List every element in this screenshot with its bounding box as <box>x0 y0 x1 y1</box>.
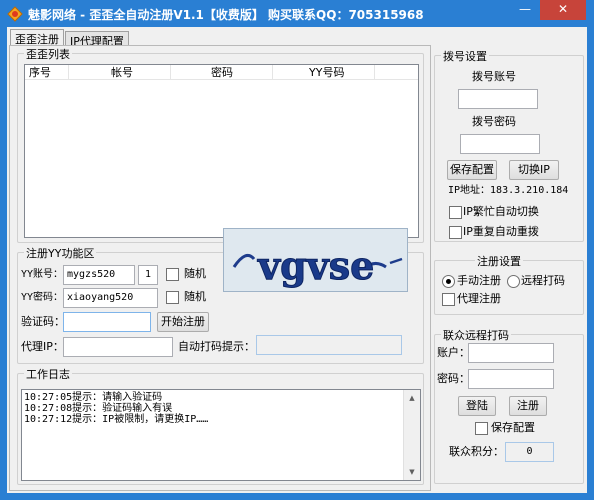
dial-account-label: 拨号账号 <box>472 70 516 83</box>
log-scrollbar[interactable]: ▲ ▼ <box>403 390 420 480</box>
save-dial-config-button[interactable]: 保存配置 <box>447 160 497 180</box>
close-button[interactable]: ✕ <box>540 0 586 20</box>
account-listview[interactable]: 序号 帐号 密码 YY号码 <box>24 64 419 238</box>
remote-password-input[interactable] <box>468 369 554 389</box>
save-remote-config-checkbox[interactable] <box>475 422 488 435</box>
captcha-text: vgvse <box>257 243 374 288</box>
remote-account-label: 账户： <box>437 346 470 359</box>
proxy-register-label: 代理注册 <box>457 292 501 305</box>
window-title: 魅影网络 - 歪歪全自动注册V1.1【收费版】 购买联系QQ：705315968 <box>28 8 424 22</box>
column-header-index[interactable]: 序号 <box>25 65 69 80</box>
captcha-input[interactable] <box>63 312 151 332</box>
dial-settings-legend: 拨号设置 <box>441 48 489 64</box>
points-label: 联众积分： <box>449 445 504 458</box>
captcha-graphic: vgvse <box>232 243 403 289</box>
random-account-checkbox[interactable] <box>166 268 179 281</box>
tab-panel-register: 歪歪列表 序号 帐号 密码 YY号码 注册YY功能区 YY账号： mygzs52… <box>9 45 431 491</box>
dial-account-input[interactable] <box>458 89 538 109</box>
captcha-image[interactable]: vgvse <box>223 228 408 292</box>
manual-register-radio[interactable] <box>442 275 455 288</box>
tab-register[interactable]: 歪歪注册 <box>10 29 64 46</box>
work-log-textarea[interactable]: 10:27:05提示：请输入验证码 10:27:08提示：验证码输入有误 10:… <box>21 389 421 481</box>
remote-account-input[interactable] <box>468 343 554 363</box>
repeat-auto-redial-checkbox[interactable] <box>449 226 462 239</box>
yy-account-label: YY账号： <box>21 269 64 280</box>
remote-captcha-radio[interactable] <box>507 275 520 288</box>
log-line: 10:27:08提示：验证码输入有误 <box>24 403 173 414</box>
work-log-legend: 工作日志 <box>24 366 72 382</box>
proxy-register-checkbox[interactable] <box>442 293 455 306</box>
remote-password-label: 密码： <box>437 372 470 385</box>
minimize-button[interactable]: — <box>512 0 538 20</box>
start-register-button[interactable]: 开始注册 <box>157 312 209 332</box>
client-area: 歪歪注册 IP代理配置 歪歪列表 序号 帐号 密码 YY号码 注册YY功能区 Y… <box>7 27 587 493</box>
remote-captcha-legend: 联众远程打码 <box>441 327 511 343</box>
dial-password-input[interactable] <box>460 134 540 154</box>
scroll-down-icon[interactable]: ▼ <box>404 464 420 480</box>
auto-captcha-status <box>256 335 402 355</box>
log-line: 10:27:05提示：请输入验证码 <box>24 392 163 403</box>
tab-ip-proxy[interactable]: IP代理配置 <box>65 31 129 48</box>
login-button[interactable]: 登陆 <box>458 396 496 416</box>
yy-account-input[interactable]: mygzs520 <box>63 265 135 285</box>
busy-auto-switch-checkbox[interactable] <box>449 206 462 219</box>
random-password-checkbox[interactable] <box>166 291 179 304</box>
column-header-yy-number[interactable]: YY号码 <box>273 65 375 80</box>
yy-password-label: YY密码： <box>21 292 64 303</box>
app-logo-icon <box>7 6 23 22</box>
log-line: 10:27:12提示：IP被限制，请更换IP…… <box>24 414 209 425</box>
listview-header: 序号 帐号 密码 YY号码 <box>25 65 418 80</box>
proxy-ip-input[interactable] <box>63 337 173 357</box>
account-list-legend: 歪歪列表 <box>24 46 72 62</box>
column-header-account[interactable]: 帐号 <box>69 65 171 80</box>
points-value: 0 <box>505 442 554 462</box>
dial-password-label: 拨号密码 <box>472 115 516 128</box>
save-remote-config-label: 保存配置 <box>491 421 535 434</box>
title-bar[interactable]: 魅影网络 - 歪歪全自动注册V1.1【收费版】 购买联系QQ：705315968… <box>0 0 594 27</box>
random-account-label: 随机 <box>184 267 206 280</box>
app-window: 魅影网络 - 歪歪全自动注册V1.1【收费版】 购买联系QQ：705315968… <box>0 0 594 500</box>
auto-captcha-label: 自动打码提示： <box>178 340 255 353</box>
busy-auto-switch-label: IP繁忙自动切换 <box>463 205 539 218</box>
count-input[interactable]: 1 <box>138 265 158 285</box>
register-legend: 注册YY功能区 <box>24 245 97 261</box>
switch-ip-button[interactable]: 切换IP <box>509 160 559 180</box>
ip-address-display: IP地址：183.3.210.184 <box>448 185 569 196</box>
manual-register-label: 手动注册 <box>457 274 501 287</box>
proxy-ip-label: 代理IP： <box>21 340 64 353</box>
scroll-up-icon[interactable]: ▲ <box>404 390 420 406</box>
yy-password-input[interactable]: xiaoyang520 <box>63 288 158 308</box>
remote-captcha-label: 远程打码 <box>521 274 565 287</box>
random-password-label: 随机 <box>184 290 206 303</box>
register-account-button[interactable]: 注册 <box>509 396 547 416</box>
column-header-password[interactable]: 密码 <box>171 65 273 80</box>
repeat-auto-redial-label: IP重复自动重拨 <box>463 225 539 238</box>
reg-settings-legend: 注册设置 <box>475 253 523 269</box>
captcha-label: 验证码： <box>21 315 65 328</box>
